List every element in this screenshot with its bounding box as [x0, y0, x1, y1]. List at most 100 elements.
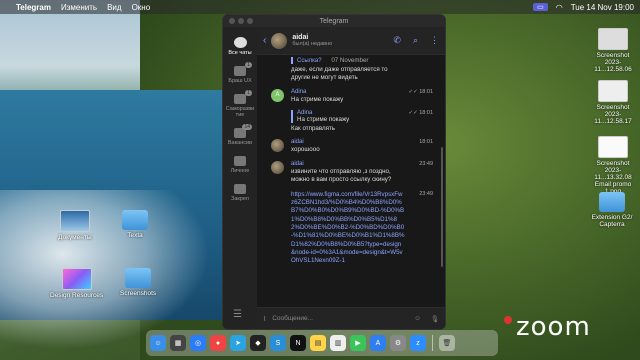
system-settings-icon[interactable]: ⚙ — [390, 335, 406, 351]
unread-badge: 1 — [245, 62, 252, 68]
folder-icon — [59, 210, 90, 232]
sidebar-item-all-chats[interactable]: Все чаты — [224, 37, 256, 56]
notes-icon[interactable]: ▤ — [310, 335, 326, 351]
desktop-icon-screenshot-2[interactable]: Screenshot 2023-11...12.58.17 — [588, 80, 638, 125]
message-bubble[interactable]: Adina На стриме покажу ✓✓ 18:01 Как отпр… — [263, 110, 433, 133]
message-bubble[interactable]: aidai 23:49 извините что отправляю ,з по… — [263, 160, 433, 185]
image-thumb-icon — [598, 28, 628, 50]
desktop-icon-extension[interactable]: Extension G2/ Capterra — [586, 192, 638, 228]
message-sender[interactable]: aidai — [291, 139, 433, 145]
message-time: ✓✓ 18:01 — [408, 110, 433, 117]
message-time: 23:49 — [419, 190, 433, 197]
scrollbar[interactable] — [441, 147, 443, 267]
message-bubble[interactable]: 23:49 https://www.figma.com/file/Vr13Rvp… — [263, 191, 433, 266]
window-title: Telegram — [319, 17, 349, 25]
folder-icon — [234, 184, 246, 194]
menu-item-window[interactable]: Окно — [132, 3, 151, 12]
desktop-icon-screenshot-3[interactable]: Screenshot 2023-11...13.32.08 Email prom… — [588, 136, 638, 195]
avatar[interactable] — [271, 139, 284, 153]
chrome-icon[interactable]: ● — [210, 335, 226, 351]
sidebar-item-zakrep[interactable]: Закреп — [224, 184, 256, 202]
message-sender[interactable]: aidai — [291, 161, 433, 167]
desktop-icon-design-resources[interactable]: Design Resources — [50, 268, 103, 299]
message-list[interactable]: Ссылка? 07 November даже, если даже отпр… — [257, 55, 439, 307]
settings-icon[interactable]: ☰ — [233, 309, 247, 321]
folder-icon: 1 — [234, 62, 252, 76]
desktop-icon-texta[interactable]: Texta — [122, 210, 148, 239]
trash-icon[interactable]: 🗑 — [439, 335, 455, 351]
phone-icon[interactable]: ✆ — [393, 35, 401, 46]
menu-item-edit[interactable]: Изменить — [61, 3, 97, 12]
menu-app-name[interactable]: Telegram — [16, 3, 51, 12]
search-icon[interactable]: ⌕ — [413, 35, 418, 46]
dock-app-icon[interactable]: S — [270, 335, 286, 351]
message-time: 18:01 — [419, 139, 433, 146]
wifi-icon[interactable]: ◠ — [556, 3, 563, 12]
dock-separator — [432, 335, 433, 351]
folder-icon — [122, 210, 148, 230]
recording-dot-icon — [504, 316, 512, 324]
microphone-icon[interactable]: 🎙 — [431, 315, 439, 323]
desktop-surf — [0, 190, 210, 350]
zoom-app-icon[interactable]: z — [410, 335, 426, 351]
message-link[interactable]: https://www.figma.com/file/Vr13RvpsxFwz6… — [291, 191, 433, 266]
more-icon[interactable]: ⋮ — [430, 35, 439, 46]
chat-panel: ‹ aidai был(а) недавно ✆ ⌕ ⋮ Ссылка? 07 … — [257, 27, 445, 329]
message-bubble[interactable]: Ссылка? 07 November даже, если даже отпр… — [263, 57, 433, 83]
reply-quote[interactable]: Ссылка? 07 November — [291, 57, 433, 64]
chats-icon — [233, 37, 247, 48]
facetime-icon[interactable]: ▶ — [350, 335, 366, 351]
desktop-icon-screenshot-1[interactable]: Screenshot 2023-11...12.58.06 — [588, 28, 638, 73]
dock: ☺ ▦ ◎ ● ➤ ◆ S N ▤ ▥ ▶ A ⚙ z 🗑 — [146, 330, 498, 356]
unread-badge: 14 — [242, 124, 252, 130]
menu-bar: Telegram Изменить Вид Окно ▭ ◠ Tue 14 No… — [0, 0, 640, 14]
status-flag-icon[interactable]: ▭ — [533, 3, 548, 11]
message-text: На стриме покажу — [291, 95, 344, 103]
sidebar-item-brash-ux[interactable]: 1 Браш UX — [224, 62, 256, 84]
sidebar-item-samorazvitie[interactable]: 1 Саморазви тие — [224, 90, 256, 118]
figma-icon[interactable]: ◆ — [250, 335, 266, 351]
safari-icon[interactable]: ◎ — [190, 335, 206, 351]
chat-name[interactable]: aidai — [292, 34, 332, 41]
sidebar-item-lichnoe[interactable]: Личное — [224, 156, 256, 174]
app-store-icon[interactable]: A — [370, 335, 386, 351]
desktop-icon-documents[interactable]: Документы — [58, 210, 92, 241]
paperclip-icon[interactable]: ⌇ — [263, 315, 266, 323]
message-bubble[interactable]: aidai 18:01 хорошооо — [263, 139, 433, 154]
avatar[interactable] — [271, 160, 284, 174]
menu-item-view[interactable]: Вид — [107, 3, 121, 12]
finder-icon[interactable]: ☺ — [150, 335, 166, 351]
message-input[interactable]: Сообщение... — [272, 315, 313, 322]
window-titlebar[interactable]: Telegram — [223, 15, 445, 27]
telegram-icon[interactable]: ➤ — [230, 335, 246, 351]
folder-icon — [234, 156, 246, 166]
unread-badge: 1 — [245, 90, 252, 96]
folder-icon — [61, 268, 92, 290]
read-check-icon: ✓✓ — [408, 110, 420, 117]
image-thumb-icon — [598, 136, 628, 158]
message-time: 23:49 — [419, 160, 433, 167]
message-text: Как отправлять — [291, 125, 336, 133]
sidebar-item-vakansii[interactable]: 14 Вакансии — [224, 124, 256, 146]
folder-sidebar: Все чаты 1 Браш UX 1 Саморазви тие 14 Ва… — [223, 27, 257, 329]
avatar[interactable]: A — [271, 88, 284, 102]
launchpad-icon[interactable]: ▦ — [170, 335, 186, 351]
folder-icon: 1 — [234, 90, 252, 104]
message-bubble[interactable]: A Adina ✓✓ 18:01 На стриме покажу — [263, 88, 433, 104]
date-label: 07 November — [331, 57, 369, 64]
avatar[interactable] — [271, 32, 288, 49]
message-text: хорошооо — [291, 146, 320, 154]
image-thumb-icon — [598, 80, 628, 102]
calendar-icon[interactable]: ▥ — [330, 335, 346, 351]
chat-status: был(а) недавно — [292, 41, 333, 47]
back-arrow-icon[interactable]: ‹ — [263, 35, 266, 46]
desktop-icon-screenshots[interactable]: Screenshots — [120, 268, 156, 297]
zoom-logo: zoom — [504, 312, 591, 342]
message-text: извините что отправляю ,з поздно, можно … — [291, 167, 392, 184]
clock[interactable]: Tue 14 Nov 19:00 — [571, 3, 634, 12]
message-time: ✓✓ 18:01 — [408, 88, 433, 95]
message-composer: ⌇ Сообщение... ☺ 🎙 — [257, 307, 445, 329]
emoji-icon[interactable]: ☺ — [414, 315, 421, 323]
notion-icon[interactable]: N — [290, 335, 306, 351]
telegram-window: Telegram Все чаты 1 Браш UX 1 Саморазви … — [222, 14, 446, 330]
